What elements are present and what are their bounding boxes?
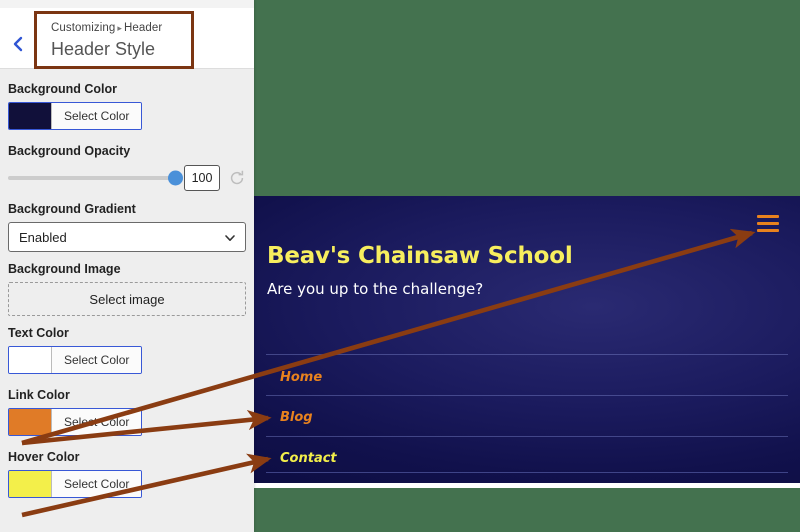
reset-arrow-icon[interactable] <box>228 169 246 187</box>
breadcrumb-current: Header <box>124 22 163 34</box>
control-background-opacity: Background Opacity 100 <box>8 144 246 192</box>
breadcrumb: Customizing ▸ Header <box>51 20 191 36</box>
nav-item-contact[interactable]: Contact <box>280 451 337 466</box>
hamburger-bar-3 <box>757 229 779 232</box>
background-color-picker[interactable]: Select Color <box>8 102 143 130</box>
text-color-picker[interactable]: Select Color <box>8 346 143 374</box>
background-color-swatch[interactable] <box>9 103 52 129</box>
panel-title-highlight-box: Customizing ▸ Header Header Style <box>34 11 194 69</box>
hamburger-bar-1 <box>757 215 779 218</box>
control-background-gradient: Background Gradient Enabled <box>8 202 246 252</box>
breadcrumb-parent: Customizing <box>51 22 116 34</box>
select-image-button[interactable]: Select image <box>8 282 246 316</box>
control-label-background-opacity: Background Opacity <box>8 144 131 158</box>
preview-bottom-edge <box>254 483 800 488</box>
control-hover-color: Hover Color Select Color <box>8 450 246 502</box>
customizer-sidebar: Customizing ▸ Header Header Style Backgrou… <box>0 0 254 532</box>
opacity-slider-thumb[interactable] <box>168 170 183 186</box>
customizer-controls: Background Color Select Color Background… <box>0 76 254 512</box>
control-label-hover-color: Hover Color <box>8 450 80 464</box>
header-gradient-background: Beav's Chainsaw School Are you up to the… <box>254 196 800 487</box>
site-title: Beav's Chainsaw School <box>267 243 573 269</box>
nav-separator-1 <box>266 395 788 396</box>
nav-item-home[interactable]: Home <box>280 370 322 385</box>
hover-color-select-label: Select Color <box>52 471 142 497</box>
opacity-slider-row: 100 <box>8 164 246 192</box>
customizer-panel-header: Customizing ▸ Header Header Style <box>0 8 254 69</box>
hover-color-picker[interactable]: Select Color <box>8 470 143 498</box>
opacity-slider[interactable] <box>8 170 183 186</box>
site-tagline: Are you up to the challenge? <box>267 280 484 298</box>
back-button[interactable] <box>4 24 32 64</box>
nav-separator-bottom <box>266 472 788 473</box>
control-background-color: Background Color Select Color <box>8 82 246 134</box>
text-color-select-label: Select Color <box>52 347 142 373</box>
chevron-down-icon <box>225 235 235 241</box>
link-color-swatch[interactable] <box>9 409 52 435</box>
control-label-background-color: Background Color <box>8 82 118 96</box>
link-color-picker[interactable]: Select Color <box>8 408 143 436</box>
text-color-swatch[interactable] <box>9 347 52 373</box>
nav-separator-2 <box>266 436 788 437</box>
control-text-color: Text Color Select Color <box>8 326 246 378</box>
nav-separator-top <box>266 354 788 355</box>
hamburger-bar-2 <box>757 222 779 225</box>
control-background-image: Background Image Select image <box>8 262 246 316</box>
breadcrumb-separator: ▸ <box>117 23 122 33</box>
page-title: Header Style <box>51 39 156 59</box>
control-label-background-image: Background Image <box>8 262 121 276</box>
nav-item-blog[interactable]: Blog <box>280 410 313 425</box>
opacity-value-input[interactable]: 100 <box>184 165 220 191</box>
background-gradient-select[interactable]: Enabled <box>8 222 246 252</box>
chevron-left-icon <box>13 36 23 52</box>
hamburger-menu-icon[interactable] <box>757 215 779 232</box>
background-gradient-value: Enabled <box>19 229 67 245</box>
control-link-color: Link Color Select Color <box>8 388 246 440</box>
control-label-link-color: Link Color <box>8 388 70 402</box>
control-label-background-gradient: Background Gradient <box>8 202 136 216</box>
site-header-preview: Beav's Chainsaw School Are you up to the… <box>254 196 800 487</box>
background-color-select-label: Select Color <box>52 103 142 129</box>
control-label-text-color: Text Color <box>8 326 69 340</box>
link-color-select-label: Select Color <box>52 409 142 435</box>
hover-color-swatch[interactable] <box>9 471 52 497</box>
